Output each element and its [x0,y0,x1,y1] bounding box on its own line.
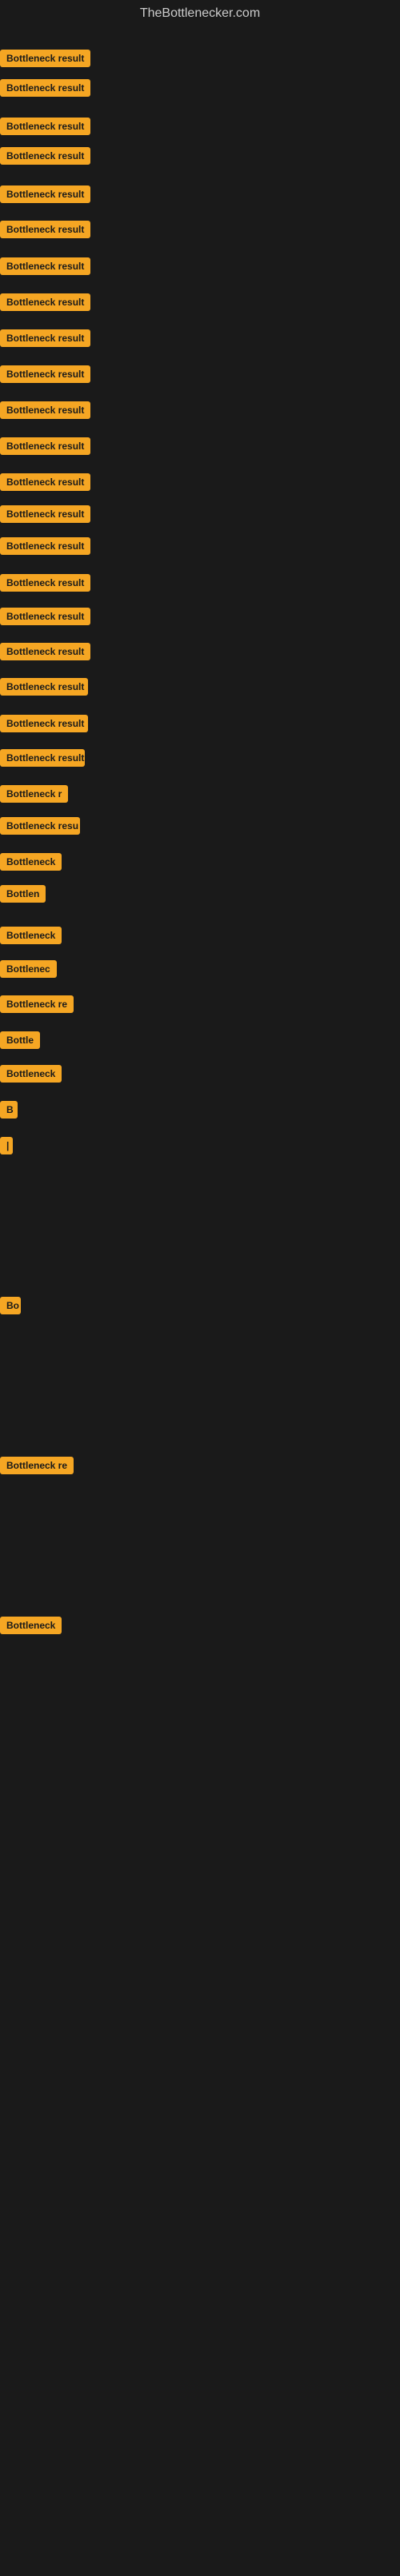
bottleneck-badge: Bottleneck result [0,50,90,67]
bottleneck-badge: Bottleneck re [0,1457,74,1474]
site-title: TheBottlenecker.com [0,0,400,27]
bottleneck-item: Bottleneck resu [0,817,80,839]
bottleneck-badge: Bottleneck result [0,505,90,523]
bottleneck-item: Bo [0,1297,21,1318]
bottleneck-item: Bottleneck result [0,185,90,207]
bottleneck-item: B [0,1101,18,1123]
bottleneck-item: Bottle [0,1031,40,1053]
bottleneck-item: Bottleneck result [0,365,90,387]
bottleneck-item: Bottleneck result [0,643,90,664]
bottleneck-item: Bottleneck result [0,329,90,351]
bottleneck-item: Bottleneck result [0,473,90,495]
bottleneck-badge: B [0,1101,18,1119]
bottleneck-badge: Bottleneck result [0,147,90,165]
bottleneck-badge: Bottleneck [0,1065,62,1083]
bottleneck-item: Bottleneck result [0,293,90,315]
bottleneck-badge: Bottlenec [0,960,57,978]
bottleneck-item: Bottleneck [0,853,62,875]
bottleneck-badge: Bottleneck [0,1617,62,1634]
bottleneck-badge: Bottleneck result [0,678,88,696]
bottleneck-item: Bottleneck result [0,608,90,629]
bottleneck-item: Bottleneck result [0,221,90,242]
bottleneck-item: Bottleneck [0,927,62,948]
bottleneck-badge: | [0,1137,13,1154]
bottleneck-item: Bottleneck result [0,437,90,459]
bottleneck-badge: Bottleneck result [0,473,90,491]
bottleneck-item: Bottleneck result [0,505,90,527]
bottleneck-item: Bottleneck result [0,574,90,596]
bottleneck-badge: Bottleneck [0,853,62,871]
bottleneck-badge: Bottleneck result [0,574,90,592]
bottleneck-item: Bottleneck re [0,995,74,1017]
bottleneck-badge: Bottleneck result [0,79,90,97]
bottleneck-badge: Bottleneck r [0,785,68,803]
bottleneck-item: Bottlenec [0,960,57,982]
bottleneck-badge: Bo [0,1297,21,1314]
bottleneck-badge: Bottleneck result [0,293,90,311]
bottleneck-badge: Bottleneck result [0,401,90,419]
bottleneck-item: Bottleneck result [0,50,90,71]
bottleneck-badge: Bottleneck resu [0,817,80,835]
bottleneck-item: Bottleneck result [0,147,90,169]
bottleneck-badge: Bottleneck result [0,221,90,238]
bottleneck-item: | [0,1137,13,1158]
bottleneck-badge: Bottleneck result [0,329,90,347]
bottleneck-badge: Bottleneck result [0,118,90,135]
bottleneck-badge: Bottleneck result [0,257,90,275]
bottleneck-item: Bottlen [0,885,46,907]
bottleneck-badge: Bottleneck result [0,715,88,732]
bottleneck-badge: Bottleneck result [0,437,90,455]
bottleneck-item: Bottleneck [0,1617,62,1638]
bottleneck-badge: Bottle [0,1031,40,1049]
bottleneck-item: Bottleneck result [0,678,88,700]
bottleneck-badge: Bottleneck [0,927,62,944]
bottleneck-badge: Bottleneck re [0,995,74,1013]
bottleneck-badge: Bottleneck result [0,608,90,625]
bottleneck-badge: Bottleneck result [0,749,85,767]
bottleneck-item: Bottleneck re [0,1457,74,1478]
bottleneck-badge: Bottleneck result [0,365,90,383]
bottleneck-item: Bottleneck r [0,785,68,807]
bottleneck-item: Bottleneck [0,1065,62,1087]
bottleneck-item: Bottleneck result [0,749,85,771]
bottleneck-badge: Bottleneck result [0,537,90,555]
bottleneck-item: Bottleneck result [0,537,90,559]
bottleneck-badge: Bottlen [0,885,46,903]
bottleneck-item: Bottleneck result [0,715,88,736]
bottleneck-item: Bottleneck result [0,118,90,139]
bottleneck-item: Bottleneck result [0,401,90,423]
bottleneck-item: Bottleneck result [0,257,90,279]
bottleneck-badge: Bottleneck result [0,185,90,203]
bottleneck-badge: Bottleneck result [0,643,90,660]
bottleneck-item: Bottleneck result [0,79,90,101]
